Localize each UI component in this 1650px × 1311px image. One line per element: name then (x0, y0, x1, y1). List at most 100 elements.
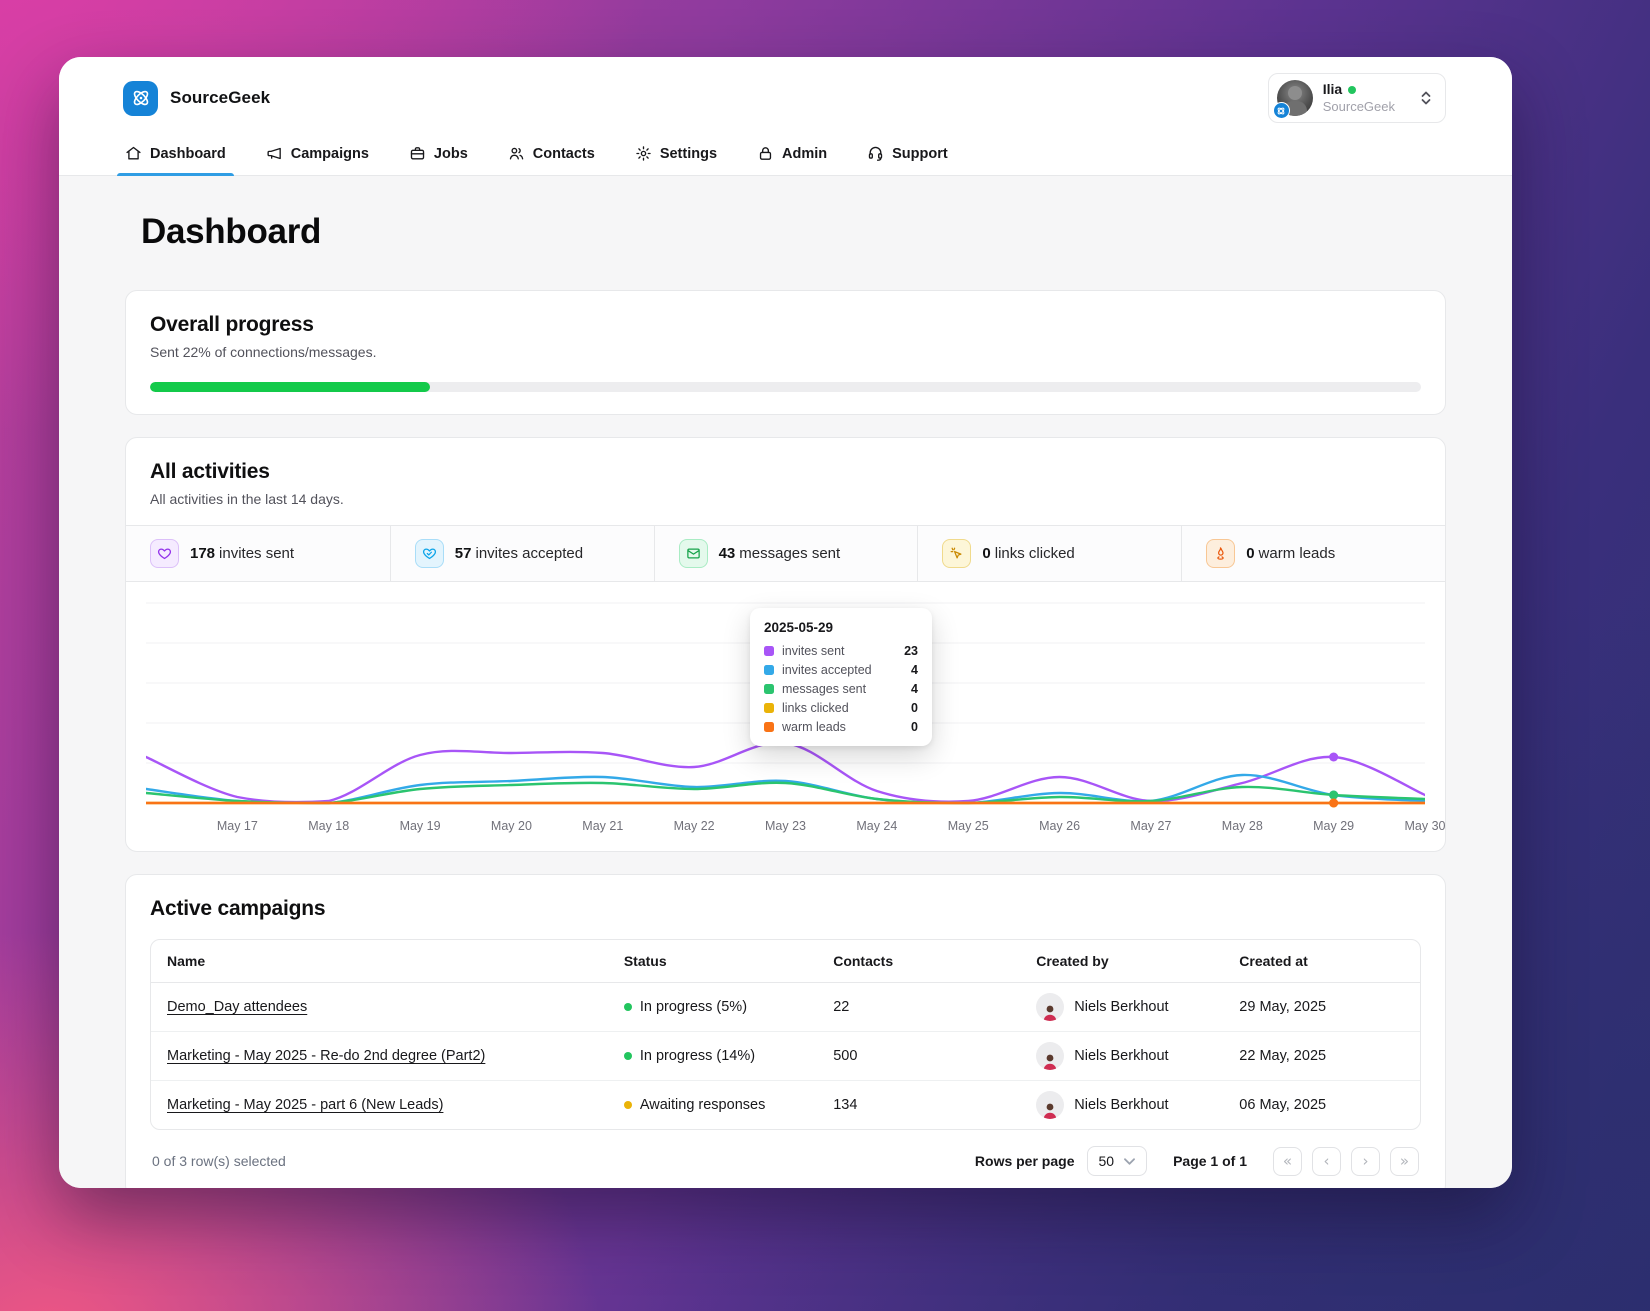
lock-icon (757, 145, 774, 162)
tab-label: Dashboard (150, 145, 226, 162)
tab-admin[interactable]: Admin (755, 137, 829, 175)
tab-settings[interactable]: Settings (633, 137, 719, 175)
stat-warm-leads: 0 warm leads (1181, 526, 1445, 581)
click-icon (942, 539, 972, 568)
stat-value: 57 (454, 545, 472, 562)
campaign-link[interactable]: Demo_Day attendees (167, 999, 307, 1015)
status-dot-icon (623, 1052, 632, 1060)
x-axis-label: May 29 (1313, 819, 1355, 833)
tab-contacts[interactable]: Contacts (506, 137, 597, 175)
app-window: SourceGeek Ilia SourceGeek Dashboard Cam… (59, 57, 1512, 1188)
series-line-invites-sent (146, 743, 1425, 803)
created-date: 22 May, 2025 (1223, 1031, 1420, 1081)
stat-messages-sent: 43 messages sent (653, 526, 918, 581)
series-swatch-icon (764, 665, 774, 675)
hover-point-icon (1329, 752, 1339, 762)
x-axis-label: May 20 (490, 819, 532, 833)
activities-subtitle: All activities in the last 14 days. (150, 491, 344, 507)
hover-point-icon (1329, 798, 1339, 808)
contacts-count: 22 (817, 982, 1021, 1032)
tab-jobs[interactable]: Jobs (407, 137, 470, 175)
col-name: Name (151, 940, 608, 983)
chevrons-right-icon: » (1399, 1152, 1410, 1170)
creator-avatar (1036, 1042, 1065, 1070)
contacts-icon (508, 145, 525, 162)
col-contacts: Contacts (817, 940, 1021, 983)
contacts-count: 134 (833, 1097, 858, 1113)
campaign-link[interactable]: Marketing - May 2025 - part 6 (New Leads… (167, 1097, 443, 1113)
tab-label: Jobs (433, 145, 468, 162)
overall-progress-card: Overall progress Sent 22% of connections… (125, 290, 1446, 415)
tooltip-value: 0 (911, 720, 918, 734)
tooltip-value: 4 (911, 663, 918, 677)
rows-per-page-label: Rows per page (974, 1153, 1075, 1169)
stat-invites-sent: 178 invites sent (126, 526, 390, 581)
creator-name: Niels Berkhout (1074, 1048, 1169, 1064)
x-axis-label: May 17 (216, 819, 258, 833)
active-campaigns-card: Active campaigns Name Status Contacts Cr… (125, 874, 1446, 1188)
stat-invites-accepted: 57 invites accepted (389, 526, 654, 581)
progress-fill (150, 382, 430, 392)
invite-accepted-icon (414, 539, 444, 568)
invite-heart-icon (150, 539, 179, 568)
activity-chart[interactable]: May 17 May 18 May 19 May 20 May 21 May 22 May … (126, 582, 1446, 851)
stat-value: 43 (718, 545, 736, 562)
first-page-button[interactable]: « (1273, 1146, 1302, 1176)
megaphone-icon (266, 145, 283, 162)
series-swatch-icon (764, 722, 774, 732)
chevron-down-icon (1124, 1157, 1135, 1165)
creator-avatar (1036, 993, 1065, 1021)
home-icon (125, 145, 142, 162)
stat-label: invites sent (219, 545, 295, 562)
col-status: Status (607, 940, 818, 983)
tab-label: Campaigns (290, 145, 369, 162)
page-content: Dashboard Overall progress Sent 22% of c… (59, 176, 1512, 1188)
hover-point-icon (1329, 790, 1339, 800)
chevrons-left-icon: « (1282, 1152, 1293, 1170)
page-info: Page 1 of 1 (1173, 1153, 1247, 1169)
message-icon (678, 539, 708, 568)
user-name: Ilia (1322, 81, 1343, 98)
next-page-button[interactable]: › (1351, 1146, 1380, 1176)
creator-name: Niels Berkhout (1074, 1097, 1169, 1113)
user-org: SourceGeek (1322, 98, 1395, 114)
created-date: 29 May, 2025 (1223, 982, 1420, 1032)
table-header-row: Name Status Contacts Created by Created … (151, 940, 1420, 983)
contacts-count: 500 (817, 1031, 1021, 1081)
tooltip-row: links clicked 0 (764, 701, 918, 715)
overall-progress-title: Overall progress (150, 313, 314, 336)
gear-icon (635, 145, 652, 162)
table-row: Marketing - May 2025 - Re-do 2nd degree … (151, 1031, 1420, 1081)
briefcase-icon (409, 145, 426, 162)
tooltip-label: links clicked (782, 701, 849, 715)
stat-label: links clicked (994, 545, 1075, 562)
tab-label: Support (892, 145, 948, 162)
tooltip-row: invites sent 23 (764, 644, 918, 658)
flame-icon (1206, 539, 1236, 568)
last-page-button[interactable]: » (1390, 1146, 1419, 1176)
tab-dashboard[interactable]: Dashboard (117, 137, 234, 176)
chart-tooltip: 2025-05-29 invites sent 23 invites accept… (750, 608, 932, 746)
rows-per-page-select[interactable]: 50 (1086, 1146, 1148, 1176)
rows-selected-text: 0 of 3 row(s) selected (152, 1153, 286, 1169)
status-dot-icon (623, 1101, 632, 1109)
stat-links-clicked: 0 links clicked (917, 526, 1181, 581)
tab-campaigns[interactable]: Campaigns (264, 137, 371, 175)
col-created-at: Created at (1223, 940, 1420, 983)
tooltip-value: 0 (911, 701, 918, 715)
stat-value: 0 (982, 545, 991, 562)
tooltip-value: 23 (904, 644, 918, 658)
tab-support[interactable]: Support (865, 137, 950, 175)
creator-avatar (1036, 1091, 1065, 1119)
tooltip-row: messages sent 4 (764, 682, 918, 696)
chevron-up-down-icon (1419, 90, 1433, 106)
campaign-link[interactable]: Marketing - May 2025 - Re-do 2nd degree … (167, 1048, 485, 1064)
activity-stats-row: 178 invites sent 57 invites accepted 43 mes… (126, 525, 1445, 582)
user-menu[interactable]: Ilia SourceGeek (1267, 73, 1446, 123)
tooltip-label: messages sent (782, 682, 867, 696)
tooltip-label: invites sent (782, 644, 845, 658)
status-text: Awaiting responses (639, 1097, 766, 1113)
prev-page-button[interactable]: ‹ (1312, 1146, 1341, 1176)
series-swatch-icon (764, 646, 774, 656)
rows-per-page-value: 50 (1098, 1153, 1115, 1169)
